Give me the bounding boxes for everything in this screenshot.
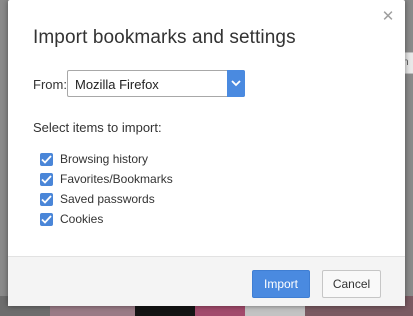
item-label: Favorites/Bookmarks	[60, 172, 173, 186]
item-favorites-bookmarks[interactable]: Favorites/Bookmarks	[40, 171, 173, 187]
item-label: Browsing history	[60, 152, 149, 166]
from-label: From:	[33, 77, 67, 92]
item-saved-passwords[interactable]: Saved passwords	[40, 191, 155, 207]
select-items-label: Select items to import:	[33, 120, 162, 135]
import-dialog: Import bookmarks and settings ✕ From: Mo…	[8, 0, 405, 306]
checkbox-favorites-bookmarks[interactable]	[40, 172, 53, 186]
dialog-footer: Import Cancel	[8, 256, 405, 306]
item-label: Saved passwords	[60, 192, 155, 206]
item-browsing-history[interactable]: Browsing history	[40, 151, 148, 167]
browser-select[interactable]: Mozilla Firefox	[67, 70, 245, 97]
cancel-button[interactable]: Cancel	[322, 270, 381, 298]
checkbox-saved-passwords[interactable]	[40, 192, 53, 206]
item-label: Cookies	[60, 212, 104, 226]
checkbox-cookies[interactable]	[40, 212, 53, 226]
checkbox-browsing-history[interactable]	[40, 152, 53, 166]
browser-select-value: Mozilla Firefox	[75, 77, 159, 92]
dialog-title: Import bookmarks and settings	[33, 27, 296, 48]
chevron-down-icon[interactable]	[227, 70, 245, 97]
import-button[interactable]: Import	[252, 270, 310, 298]
close-icon[interactable]: ✕	[381, 9, 395, 24]
item-cookies[interactable]: Cookies	[40, 211, 103, 227]
